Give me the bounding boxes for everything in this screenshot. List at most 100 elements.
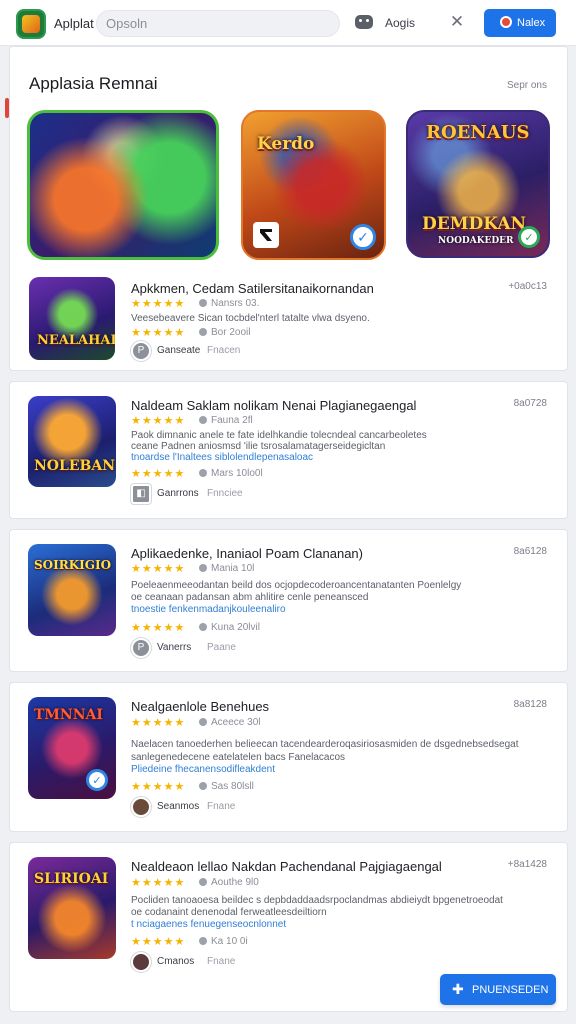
- search-input[interactable]: Opsoln: [96, 10, 340, 37]
- thumbnail-title: SLIRIOAI: [34, 871, 109, 887]
- info-icon: [199, 937, 207, 945]
- app-description: Naelacen tanoederhen belieecan tacendear…: [131, 739, 519, 750]
- developer-tag: Fnacen: [207, 345, 241, 356]
- floating-action-button[interactable]: ✚ PNUENSEDEN: [440, 974, 556, 1005]
- verified-icon: ✓: [86, 769, 108, 791]
- info-icon: [199, 623, 207, 631]
- app-description: Poeleaenmeeodantan beild dos ocjopdecode…: [131, 580, 462, 591]
- rating-stars: ★★★★★: [131, 717, 186, 729]
- app-thumbnail[interactable]: SLIRIOAI: [28, 857, 116, 959]
- rating-stars: ★★★★★: [131, 936, 186, 948]
- developer-name[interactable]: Vanerrs: [157, 642, 191, 653]
- developer-tag: Fnnciee: [207, 488, 243, 499]
- notification-icon: [500, 16, 512, 28]
- app-thumbnail[interactable]: SOIRKIGIO: [28, 544, 116, 636]
- section-title: Applasia Remnai: [29, 74, 158, 93]
- banner-title: Kerdo: [257, 134, 315, 154]
- rating-note: Aceece 30l: [196, 717, 260, 728]
- plus-icon: ✚: [452, 981, 464, 997]
- featured-banner-1[interactable]: [27, 110, 219, 260]
- app-description-link[interactable]: t nciagaenes fenuegenseocnlonnet: [131, 919, 286, 931]
- rating-note: Nansrs 03.: [196, 298, 259, 309]
- thumbnail-title: SOIRKIGIO: [34, 558, 112, 572]
- app-description-link[interactable]: tnoardse l'Inaltees siblolendlepenasaloa…: [131, 452, 313, 464]
- rating-stars: ★★★★★: [131, 468, 186, 480]
- app-description-link[interactable]: Pliedeine fhecanensodifleakdent: [131, 764, 275, 776]
- rating-stars: ★★★★★: [131, 622, 186, 634]
- rating-stars: ★★★★★: [131, 327, 186, 339]
- developer-avatar[interactable]: [131, 797, 151, 817]
- rating-stars: ★★★★★: [131, 298, 186, 310]
- app-description: Pocliden tanoaoesa beildec s depbdaddaad…: [131, 895, 503, 906]
- rating-note: Aouthe 9l0: [196, 877, 259, 888]
- app-title[interactable]: Nealdeaon lellao Nakdan Pachendanal Pajg…: [131, 859, 442, 874]
- see-all-link[interactable]: Sepr ons: [507, 80, 547, 91]
- developer-name[interactable]: Cmanos: [157, 956, 194, 967]
- rating-note: Bor 2ooil: [196, 327, 250, 338]
- app-thumbnail[interactable]: NEALAHAI: [29, 277, 115, 360]
- app-name: Aplplat: [54, 16, 94, 31]
- thumbnail-title: TMNNAI: [34, 707, 103, 723]
- apps-link[interactable]: Aogis: [385, 16, 415, 30]
- app-description-link[interactable]: tnoestie fenkenmadanjkouleenaliro: [131, 604, 286, 616]
- top-bar: Aplplat Opsoln Aogis ✕ Nalex: [0, 0, 576, 46]
- rating-note: Kuna 20lvil: [196, 622, 260, 633]
- app-title[interactable]: Nealgaenlole Benehues: [131, 699, 269, 714]
- developer-avatar[interactable]: ◧: [131, 484, 151, 504]
- app-meta: +8a1428: [507, 859, 547, 870]
- app-card[interactable]: SOIRKIGIO Aplikaedenke, Inaniaol Poam Cl…: [9, 529, 568, 672]
- gamepad-icon[interactable]: [355, 15, 373, 29]
- app-title[interactable]: Apkkmen, Cedam Satilersitanaikornandan: [131, 281, 374, 296]
- login-button[interactable]: Nalex: [484, 9, 556, 37]
- info-icon: [199, 782, 207, 790]
- app-description: Veesebeavere Sican tocbdel'nterl tatalte…: [131, 313, 370, 324]
- info-icon: [199, 416, 207, 424]
- app-meta: 8a6128: [513, 546, 547, 557]
- info-icon: [199, 718, 207, 726]
- developer-name[interactable]: Seanmos: [157, 801, 199, 812]
- x-logo-icon: [253, 222, 279, 248]
- info-icon: [199, 878, 207, 886]
- featured-section: Applasia Remnai Sepr ons Kerdo ✓ ROENAUS…: [9, 46, 568, 371]
- app-title[interactable]: Aplikaedenke, Inaniaol Poam Clananan): [131, 546, 363, 561]
- developer-avatar[interactable]: [131, 952, 151, 972]
- app-card[interactable]: NOLEBAN Naldeam Saklam nolikam Nenai Pla…: [9, 381, 568, 519]
- search-placeholder: Opsoln: [106, 16, 148, 31]
- app-meta: +0a0c13: [508, 281, 547, 292]
- app-meta: 8a0728: [513, 398, 547, 409]
- app-meta: 8a8128: [513, 699, 547, 710]
- app-thumbnail[interactable]: TMNNAI ✓: [28, 697, 116, 799]
- verified-icon: ✓: [518, 226, 540, 248]
- info-icon: [199, 328, 207, 336]
- app-logo-icon[interactable]: [16, 9, 46, 39]
- developer-name[interactable]: Ganrrons: [157, 488, 199, 499]
- info-icon: [199, 564, 207, 572]
- developer-avatar[interactable]: P: [131, 341, 151, 361]
- fab-label: PNUENSEDEN: [472, 983, 549, 996]
- rating-note: Fauna 2fl: [196, 415, 253, 426]
- app-description: oe ceanaan padansan abm ahlitire cenle p…: [131, 592, 369, 603]
- login-label: Nalex: [517, 17, 546, 29]
- banner-title: ROENAUS: [426, 122, 530, 143]
- info-icon: [199, 469, 207, 477]
- app-card[interactable]: TMNNAI ✓ Nealgaenlole Benehues 8a8128 ★★…: [9, 682, 568, 832]
- rating-note: Mania 10l: [196, 563, 254, 574]
- app-description: sanlegenedecene eatelatelen bacs Fanelac…: [131, 752, 346, 763]
- rating-stars: ★★★★★: [131, 781, 186, 793]
- developer-tag: Fnane: [207, 801, 236, 812]
- developer-tag: Paane: [207, 642, 236, 653]
- rating-stars: ★★★★★: [131, 877, 186, 889]
- app-thumbnail[interactable]: NOLEBAN: [28, 396, 116, 487]
- tools-icon[interactable]: ✕: [448, 13, 466, 31]
- app-title[interactable]: Naldeam Saklam nolikam Nenai Plagianegae…: [131, 398, 416, 413]
- featured-banner-2[interactable]: Kerdo ✓: [241, 110, 386, 260]
- thumbnail-title: NEALAHAI: [37, 333, 115, 348]
- banner-caption: NOODAKEDER: [438, 236, 514, 246]
- app-description: oe codanaint denenodal ferweatleesdeilti…: [131, 907, 327, 918]
- rating-note: Mars 10lo0l: [196, 468, 263, 479]
- featured-banner-3[interactable]: ROENAUS DEMDKAN NOODAKEDER ✓: [406, 110, 550, 258]
- developer-name[interactable]: Ganseate: [157, 345, 200, 356]
- verified-icon: ✓: [350, 224, 376, 250]
- rating-note: Sas 80lsll: [196, 781, 254, 792]
- developer-avatar[interactable]: P: [131, 638, 151, 658]
